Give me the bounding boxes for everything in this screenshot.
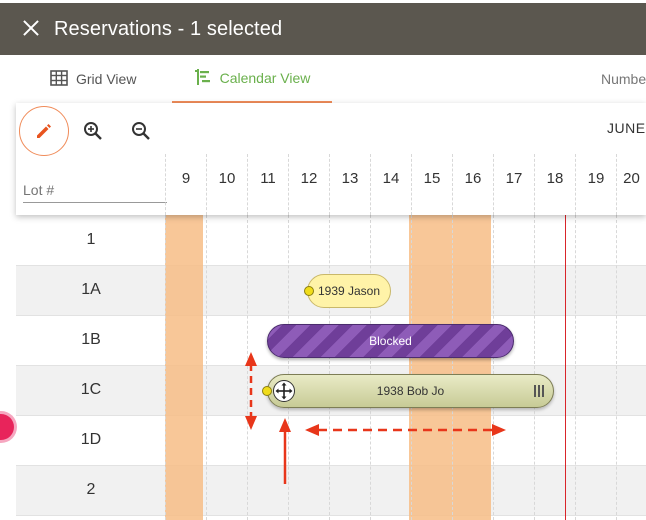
edit-button[interactable] [19, 106, 69, 156]
zoom-in-icon [84, 122, 102, 140]
lot-label: 1B [81, 331, 101, 348]
row-divider [16, 465, 646, 466]
column-divider [575, 215, 576, 520]
table-row: 1D [16, 415, 646, 465]
app-header: Reservations - 1 selected [0, 3, 646, 55]
day-header: 19 [575, 154, 616, 215]
view-tabs: Grid View Calendar View Numbe [0, 55, 646, 103]
column-divider [534, 215, 535, 520]
calendar-view-icon [194, 68, 212, 89]
tab-grid-view[interactable]: Grid View [50, 55, 136, 103]
row-divider [16, 415, 646, 416]
column-divider [247, 215, 248, 520]
column-divider [288, 215, 289, 520]
calendar-toolbar: JUNE 9 10 11 12 13 14 15 16 17 18 19 20 [16, 103, 646, 215]
reservation-label: Blocked [369, 334, 412, 348]
day-header: 20 [616, 154, 646, 215]
row-divider [16, 515, 646, 516]
today-line [565, 215, 566, 520]
day-header: 15 [411, 154, 452, 215]
day-header: 11 [247, 154, 288, 215]
resize-grip-icon[interactable] [533, 385, 545, 397]
column-divider [493, 215, 494, 520]
day-header: 12 [288, 154, 329, 215]
day-header: 13 [329, 154, 370, 215]
day-header: 14 [370, 154, 411, 215]
left-gutter [0, 103, 16, 520]
lot-label: 1 [86, 231, 96, 248]
reservation-label: 1938 Bob Jo [376, 384, 445, 398]
column-divider [616, 215, 617, 520]
lot-label: 1A [81, 281, 101, 298]
lot-label: 1C [80, 381, 102, 398]
move-handle[interactable] [273, 380, 295, 402]
highlight-column [165, 215, 203, 520]
reservation-bar-bob-jo[interactable]: 1938 Bob Jo [262, 374, 554, 408]
tab-calendar-view-label: Calendar View [219, 70, 311, 86]
pencil-icon [37, 124, 51, 138]
move-icon [275, 382, 293, 400]
table-row: 1 [16, 215, 646, 265]
row-divider [16, 265, 646, 266]
row-divider [16, 315, 646, 316]
column-divider [411, 215, 412, 520]
reservation-bar-jason[interactable]: 1939 Jason [304, 274, 391, 308]
zoom-out-icon [132, 122, 150, 140]
tab-number[interactable]: Numbe [601, 55, 646, 103]
day-header: 9 [165, 154, 206, 215]
lot-label: 2 [86, 481, 96, 498]
day-header: 10 [206, 154, 247, 215]
reservation-bar-blocked[interactable]: Blocked [267, 324, 514, 358]
column-divider [165, 215, 166, 520]
row-divider [16, 365, 646, 366]
close-icon[interactable] [21, 18, 41, 38]
zoom-out-button[interactable] [130, 120, 152, 142]
resize-handle-start[interactable] [304, 286, 314, 296]
column-divider [329, 215, 330, 520]
table-row: 2 [16, 465, 646, 515]
lot-filter-input[interactable] [23, 177, 167, 203]
tab-number-label: Numbe [601, 71, 646, 87]
column-divider [452, 215, 453, 520]
day-header: 16 [452, 154, 493, 215]
column-divider [206, 215, 207, 520]
resize-handle-start[interactable] [262, 386, 272, 396]
highlight-column [409, 215, 491, 520]
tab-calendar-view[interactable]: Calendar View [172, 55, 332, 103]
day-header: 17 [493, 154, 534, 215]
lot-rows: 1 1A 1B 1C 1D 2 [16, 215, 646, 520]
tab-grid-view-label: Grid View [76, 71, 137, 87]
grid-icon [50, 69, 68, 89]
lot-label: 1D [80, 431, 102, 448]
page-title: Reservations - 1 selected [54, 18, 283, 40]
column-divider [370, 215, 371, 520]
month-label: JUNE [607, 120, 646, 136]
zoom-in-button[interactable] [82, 120, 104, 142]
day-header: 18 [534, 154, 575, 215]
reservation-label: 1939 Jason [317, 284, 381, 298]
